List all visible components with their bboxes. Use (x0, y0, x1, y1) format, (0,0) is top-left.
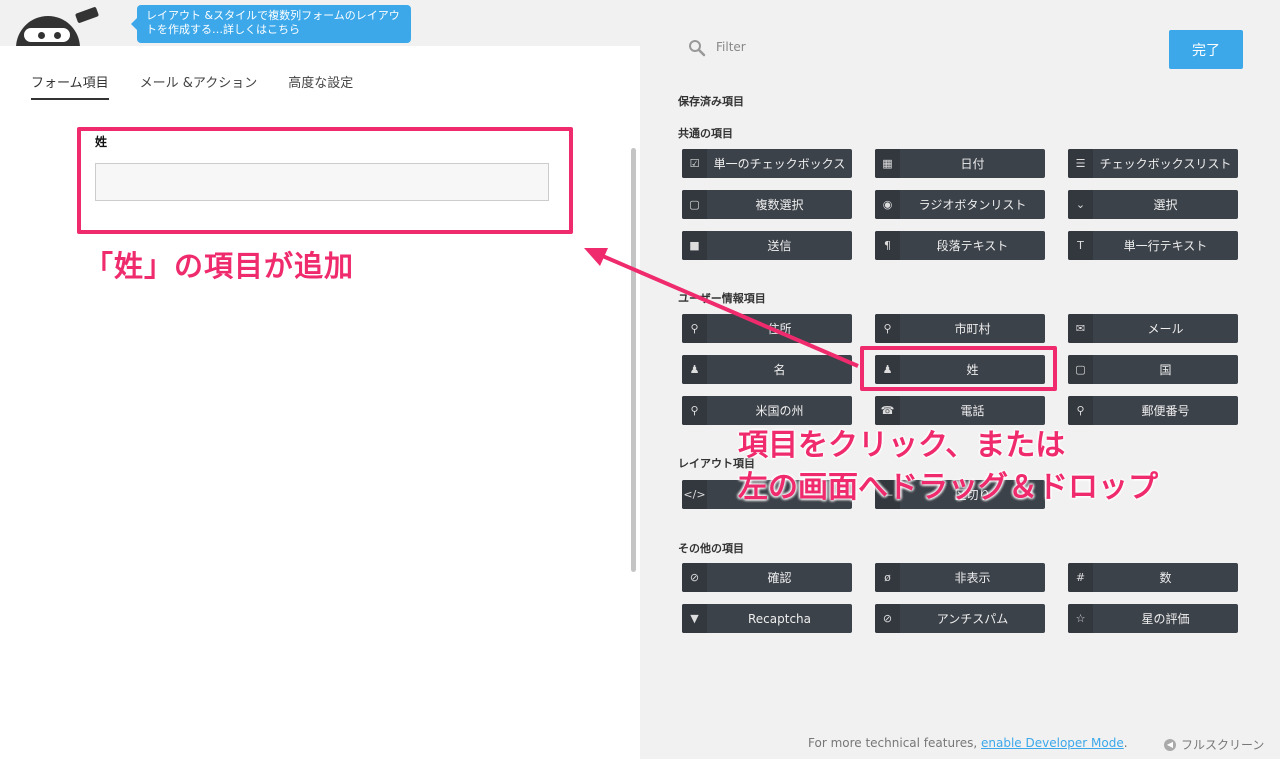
section-title-saved: 保存済み項目 (678, 95, 744, 108)
user-field-button[interactable]: ▢ 国 (1068, 355, 1238, 384)
user-field-button[interactable]: ⚲ 市町村 (875, 314, 1045, 343)
filter-input[interactable]: Filter (716, 40, 746, 54)
common-field-button[interactable]: ▦ 日付 (875, 149, 1045, 178)
other-field-button[interactable]: ⊘ アンチスパム (875, 604, 1045, 633)
highlight-box-right (860, 346, 1057, 391)
tab-advanced[interactable]: 高度な設定 (288, 72, 353, 100)
user-field-button[interactable]: ⚲ 米国の州 (682, 396, 852, 425)
common-field-button[interactable]: ☰ チェックボックスリスト (1068, 149, 1238, 178)
developer-mode-link[interactable]: enable Developer Mode (981, 736, 1124, 750)
other-field-button[interactable]: ⊘ 確認 (682, 563, 852, 592)
search-icon (689, 40, 706, 57)
tab-form-fields[interactable]: フォーム項目 (31, 72, 109, 100)
field-button-label: 国 (1159, 363, 1172, 377)
map-pin-icon: ⚲ (875, 314, 900, 343)
field-button-label: Recaptcha (747, 611, 811, 626)
arrow-left-icon: ◀ (1164, 738, 1176, 751)
field-button-label: チェックボックスリスト (1099, 157, 1232, 171)
field-button-label: 電話 (960, 404, 985, 418)
ban-icon: ⊘ (875, 604, 900, 633)
common-field-button[interactable]: ⌄ 選択 (1068, 190, 1238, 219)
map-pin-icon: ⚲ (682, 396, 707, 425)
checkbox-icon: ☑ (682, 149, 707, 178)
field-button-label: 郵便番号 (1141, 404, 1190, 418)
field-button-label: 単一のチェックボックス (713, 157, 846, 171)
hash-icon: # (1068, 563, 1093, 592)
envelope-icon: ✉ (1068, 314, 1093, 343)
filter-icon: ▼ (682, 604, 707, 633)
calendar-icon: ▦ (875, 149, 900, 178)
map-pin-icon: ⚲ (682, 314, 707, 343)
fullscreen-button[interactable]: ◀ フルスクリーン (1164, 736, 1264, 753)
field-button-label: アンチスパム (936, 612, 1009, 626)
field-button-label: 日付 (960, 157, 985, 171)
tab-bar: フォーム項目 メール &アクション 高度な設定 (31, 72, 353, 100)
layout-tooltip[interactable]: レイアウト &スタイルで複数列フォームのレイアウトを作成する…詳しくはこちら (131, 5, 411, 43)
annotation-right-line1: 項目をクリック、または (738, 428, 1066, 463)
check-circle-icon: ⊘ (682, 563, 707, 592)
top-bar: レイアウト &スタイルで複数列フォームのレイアウトを作成する…詳しくはこちら (0, 0, 640, 46)
fullscreen-label: フルスクリーン (1181, 738, 1265, 752)
field-button-label: 住所 (767, 322, 792, 336)
ninja-logo-icon (14, 6, 102, 46)
field-button-label: 送信 (767, 239, 792, 253)
field-button-label: 段落テキスト (936, 239, 1009, 253)
square-icon: ▢ (682, 190, 707, 219)
user-field-button[interactable]: ⚲ 郵便番号 (1068, 396, 1238, 425)
list-icon: ☰ (1068, 149, 1093, 178)
chevron-down-icon: ⌄ (1068, 190, 1093, 219)
text-icon: T (1068, 231, 1093, 260)
square-icon: ▢ (1068, 355, 1093, 384)
paragraph-icon: ¶ (875, 231, 900, 260)
field-button-label: 複数選択 (755, 198, 804, 212)
field-button-label: 名 (773, 363, 786, 377)
code-icon: </> (682, 480, 707, 509)
common-field-button[interactable]: ▢ 複数選択 (682, 190, 852, 219)
scrollbar[interactable] (631, 148, 636, 572)
stop-icon: ■ (682, 231, 707, 260)
map-pin-icon: ⚲ (1068, 396, 1093, 425)
common-field-button[interactable]: ¶ 段落テキスト (875, 231, 1045, 260)
footer-suffix: . (1123, 736, 1128, 750)
eye-slash-icon: ø (875, 563, 900, 592)
user-icon: ♟ (682, 355, 707, 384)
user-field-button[interactable]: ⚲ 住所 (682, 314, 852, 343)
common-field-button[interactable]: ◉ ラジオボタンリスト (875, 190, 1045, 219)
other-field-button[interactable]: ø 非表示 (875, 563, 1045, 592)
phone-icon: ☎ (875, 396, 900, 425)
field-button-label: ラジオボタンリスト (918, 198, 1027, 212)
radio-icon: ◉ (875, 190, 900, 219)
field-button-label: 米国の州 (755, 404, 804, 418)
done-button[interactable]: 完了 (1169, 30, 1243, 69)
tab-email-actions[interactable]: メール &アクション (140, 72, 258, 100)
other-field-button[interactable]: ▼ Recaptcha (682, 604, 852, 633)
section-title-common: 共通の項目 (678, 127, 733, 140)
field-button-label: 選択 (1153, 198, 1178, 212)
footer-text: For more technical features, (808, 736, 978, 750)
common-field-button[interactable]: ■ 送信 (682, 231, 852, 260)
field-button-label: 単一行テキスト (1123, 239, 1208, 253)
user-field-button[interactable]: ♟ 名 (682, 355, 852, 384)
field-button-label: メール (1147, 322, 1184, 336)
other-field-button[interactable]: # 数 (1068, 563, 1238, 592)
section-title-other: その他の項目 (678, 542, 744, 555)
highlight-box-left (77, 127, 573, 234)
field-button-label: 非表示 (954, 571, 991, 585)
field-button-label: 確認 (767, 571, 792, 585)
annotation-right: 項目をクリック、または 左の画面へドラッグ＆ドロップ (738, 425, 1158, 509)
common-field-button[interactable]: ☑ 単一のチェックボックス (682, 149, 852, 178)
section-title-user: ユーザー情報項目 (678, 292, 766, 305)
field-button-label: 数 (1159, 571, 1172, 585)
other-field-button[interactable]: ☆ 星の評価 (1068, 604, 1238, 633)
field-button-label: 市町村 (954, 322, 991, 336)
common-field-button[interactable]: T 単一行テキスト (1068, 231, 1238, 260)
user-field-button[interactable]: ☎ 電話 (875, 396, 1045, 425)
field-button-label: 星の評価 (1141, 612, 1190, 626)
annotation-left: 「姓」の項目が追加 (84, 249, 355, 283)
annotation-right-line2: 左の画面へドラッグ＆ドロップ (738, 470, 1158, 505)
star-icon: ☆ (1068, 604, 1093, 633)
user-field-button[interactable]: ✉ メール (1068, 314, 1238, 343)
footer: For more technical features, enable Deve… (808, 736, 1128, 750)
